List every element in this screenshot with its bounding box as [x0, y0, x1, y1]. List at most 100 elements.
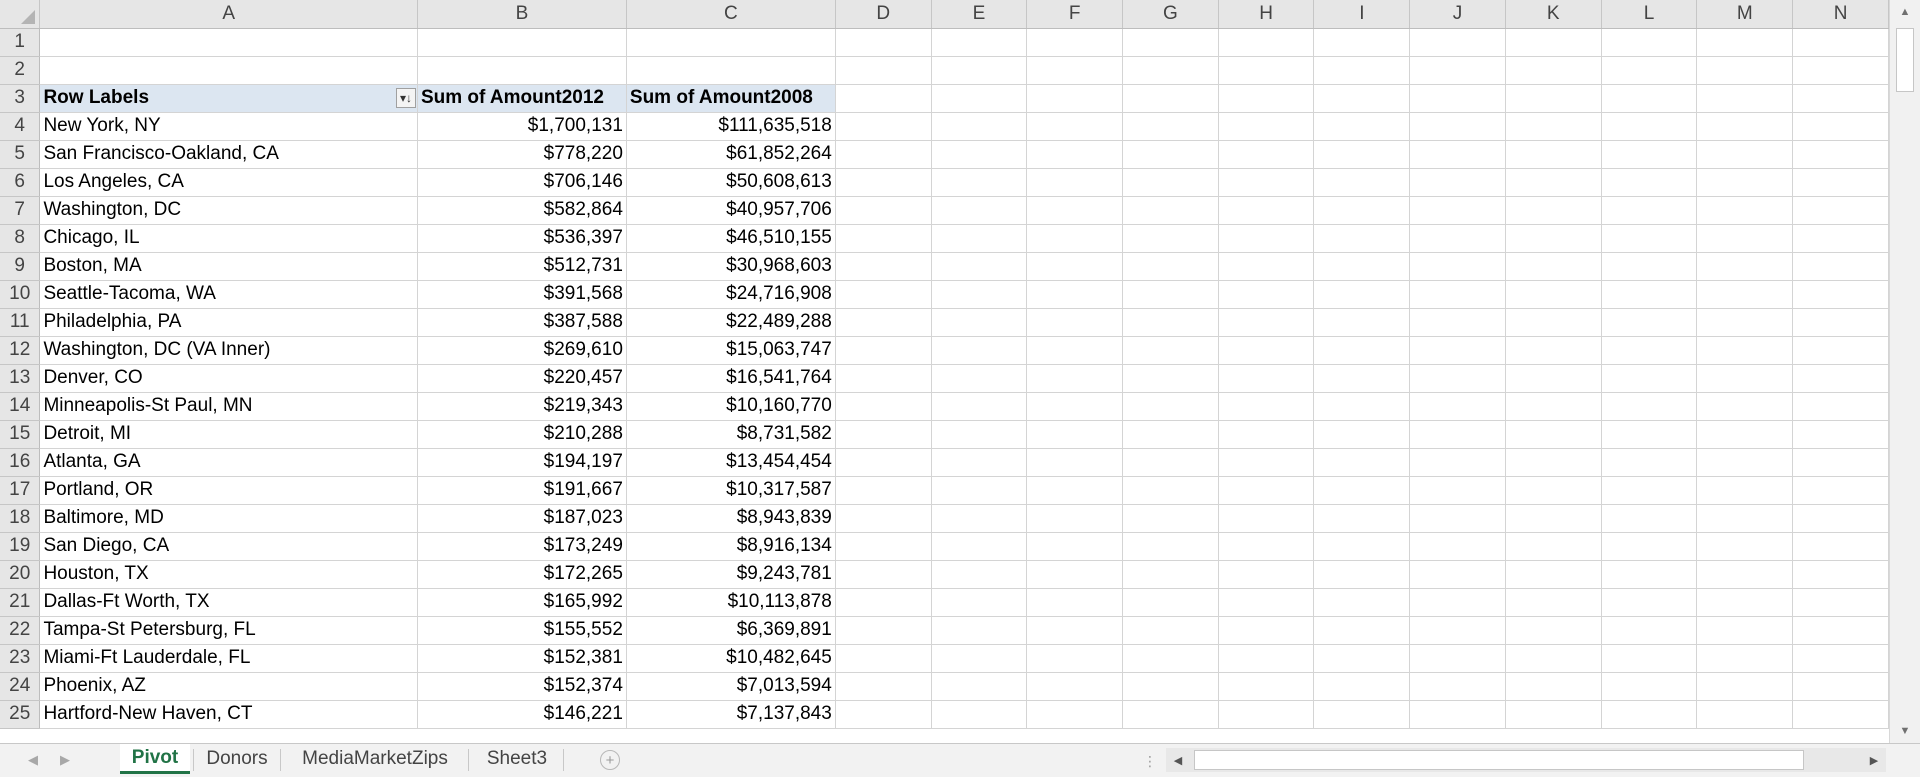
cell[interactable]	[1505, 588, 1602, 617]
cell[interactable]	[1696, 672, 1794, 701]
cell[interactable]	[1122, 56, 1219, 85]
pivot-row-label-cell[interactable]: Miami-Ft Lauderdale, FL	[39, 644, 418, 673]
cell[interactable]	[1601, 532, 1698, 561]
cell[interactable]	[1218, 280, 1315, 309]
cell[interactable]	[1026, 700, 1124, 729]
cell[interactable]	[1792, 364, 1889, 393]
cell[interactable]	[1505, 336, 1602, 365]
column-header-j[interactable]: J	[1409, 0, 1506, 29]
pivot-row-label-cell[interactable]: Philadelphia, PA	[39, 308, 418, 337]
cell[interactable]	[1409, 364, 1506, 393]
cell[interactable]	[1792, 336, 1889, 365]
row-header[interactable]: 20	[0, 560, 41, 589]
amount2008-cell[interactable]: $111,635,518	[626, 112, 836, 141]
cell[interactable]	[1409, 252, 1506, 281]
cell[interactable]	[1505, 644, 1602, 673]
vertical-scroll-thumb[interactable]	[1896, 28, 1914, 92]
amount2008-cell[interactable]: $30,968,603	[626, 252, 836, 281]
cell[interactable]	[1122, 616, 1219, 645]
cell[interactable]	[1026, 196, 1124, 225]
cell[interactable]	[1409, 336, 1506, 365]
pivot-row-label-cell[interactable]: Washington, DC	[39, 196, 418, 225]
cell[interactable]	[1313, 140, 1411, 169]
cell[interactable]	[931, 168, 1028, 197]
cell[interactable]	[1696, 504, 1794, 533]
amount2012-cell[interactable]: $219,343	[417, 392, 627, 421]
cell[interactable]	[1026, 588, 1124, 617]
amount2008-cell[interactable]: $13,454,454	[626, 448, 836, 477]
row-header[interactable]: 17	[0, 476, 41, 505]
cell[interactable]	[835, 448, 932, 477]
cell[interactable]	[1696, 588, 1794, 617]
cell[interactable]	[626, 28, 836, 57]
cell[interactable]	[1409, 392, 1506, 421]
sheet-tab-sheet3[interactable]: Sheet3	[474, 744, 560, 774]
cell[interactable]	[1601, 392, 1698, 421]
select-all-corner[interactable]	[0, 0, 41, 29]
cell[interactable]	[1122, 504, 1219, 533]
cell[interactable]	[1409, 616, 1506, 645]
cell[interactable]	[1122, 532, 1219, 561]
cell[interactable]	[1601, 476, 1698, 505]
cell[interactable]	[1601, 560, 1698, 589]
cell[interactable]	[1505, 168, 1602, 197]
column-header-i[interactable]: I	[1313, 0, 1411, 29]
cell[interactable]	[1122, 700, 1219, 729]
cell[interactable]	[1122, 448, 1219, 477]
cell[interactable]	[1696, 476, 1794, 505]
pivot-row-label-cell[interactable]: Baltimore, MD	[39, 504, 418, 533]
cell[interactable]	[1696, 364, 1794, 393]
cell[interactable]	[1409, 112, 1506, 141]
pivot-value-header-2008[interactable]: Sum of Amount2008	[626, 84, 836, 113]
cell[interactable]	[1313, 364, 1411, 393]
cell[interactable]	[1313, 560, 1411, 589]
vertical-scrollbar[interactable]: ▲ ▼	[1889, 0, 1920, 743]
cell[interactable]	[1792, 112, 1889, 141]
cell[interactable]	[835, 336, 932, 365]
cell[interactable]	[1026, 392, 1124, 421]
cell[interactable]	[931, 308, 1028, 337]
cell[interactable]	[1122, 672, 1219, 701]
horizontal-scrollbar[interactable]: ◀ ▶	[1166, 748, 1886, 772]
cell[interactable]	[1313, 700, 1411, 729]
cell[interactable]	[1313, 280, 1411, 309]
row-header[interactable]: 18	[0, 504, 41, 533]
cell[interactable]	[1313, 672, 1411, 701]
cell[interactable]	[1505, 252, 1602, 281]
cell[interactable]	[1505, 532, 1602, 561]
amount2008-cell[interactable]: $10,482,645	[626, 644, 836, 673]
cell[interactable]	[1505, 84, 1602, 113]
cell[interactable]	[1026, 560, 1124, 589]
amount2008-cell[interactable]: $7,137,843	[626, 700, 836, 729]
cell[interactable]	[1696, 644, 1794, 673]
cell[interactable]	[1026, 616, 1124, 645]
cell[interactable]	[931, 364, 1028, 393]
cell[interactable]	[1313, 28, 1411, 57]
cell[interactable]	[931, 28, 1028, 57]
row-header[interactable]: 15	[0, 420, 41, 449]
cell[interactable]	[1601, 672, 1698, 701]
pivot-row-label-cell[interactable]: Houston, TX	[39, 560, 418, 589]
cell[interactable]	[1122, 588, 1219, 617]
cell[interactable]	[1026, 448, 1124, 477]
cell[interactable]	[1409, 588, 1506, 617]
pivot-row-label-cell[interactable]: Boston, MA	[39, 252, 418, 281]
cell[interactable]	[931, 84, 1028, 113]
cell[interactable]	[1026, 308, 1124, 337]
cell[interactable]	[835, 224, 932, 253]
cell[interactable]	[1313, 616, 1411, 645]
cell[interactable]	[931, 644, 1028, 673]
cell[interactable]	[1696, 392, 1794, 421]
row-header[interactable]: 2	[0, 56, 41, 85]
pivot-row-label-cell[interactable]: Minneapolis-St Paul, MN	[39, 392, 418, 421]
amount2012-cell[interactable]: $210,288	[417, 420, 627, 449]
cell[interactable]	[1026, 84, 1124, 113]
row-header[interactable]: 25	[0, 700, 41, 729]
cell[interactable]	[835, 84, 932, 113]
sheet-tab-mediamarketzips[interactable]: MediaMarketZips	[285, 744, 465, 774]
cell[interactable]	[1026, 420, 1124, 449]
row-header[interactable]: 14	[0, 392, 41, 421]
pivot-row-label-cell[interactable]: New York, NY	[39, 112, 418, 141]
cell[interactable]	[1218, 700, 1315, 729]
tab-next-arrow-icon[interactable]: ▶	[60, 752, 70, 768]
